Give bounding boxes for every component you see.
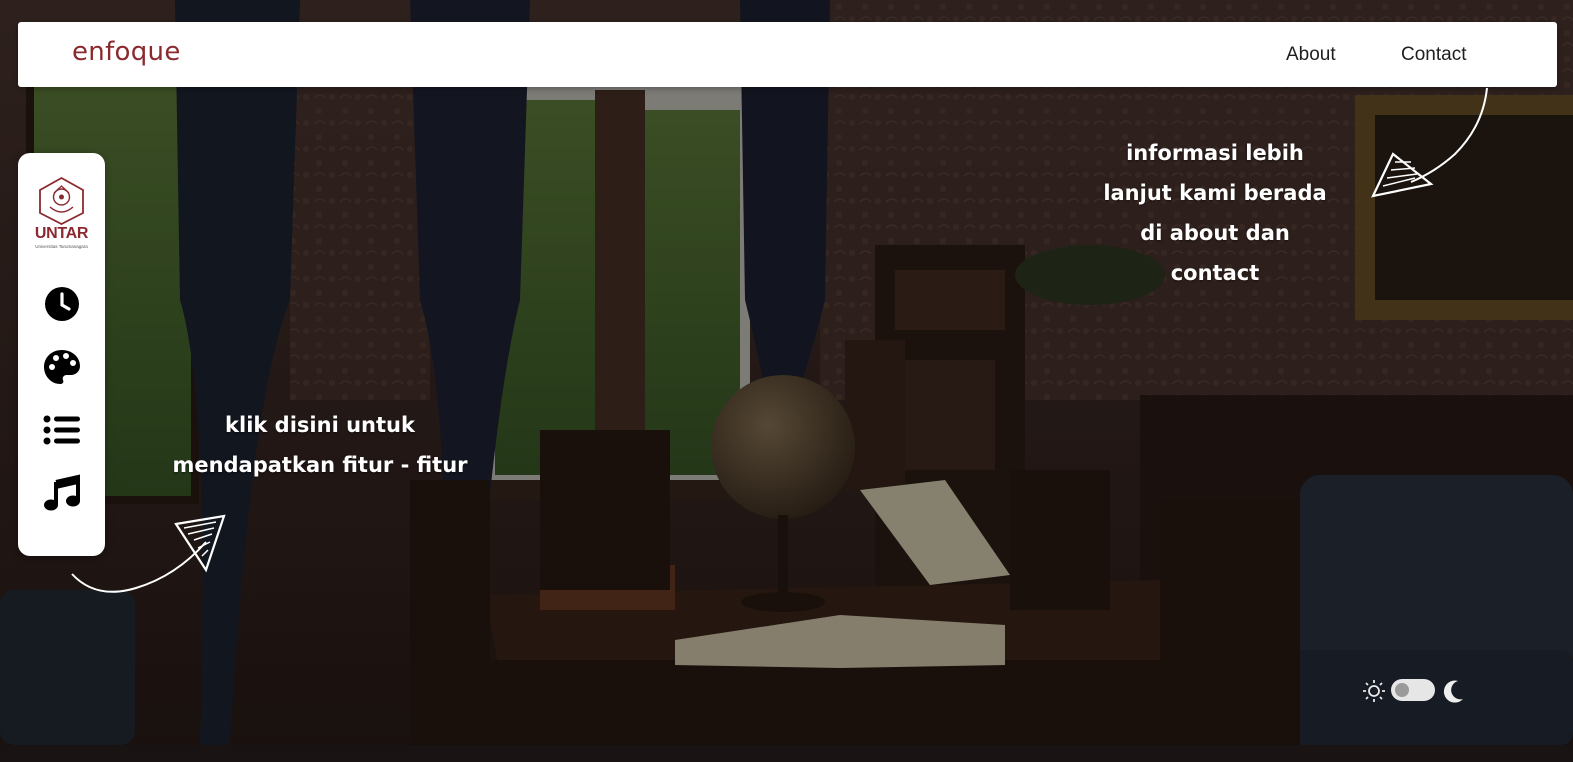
nav-hint-note: informasi lebih lanjut kami berada di ab… — [1080, 133, 1350, 293]
nav-link-about[interactable]: About — [1286, 44, 1336, 66]
page: enfoque About Contact UNTAR Universitas … — [0, 0, 1573, 762]
untar-logo: UNTAR Universitas Tarumanagara — [28, 175, 95, 253]
brand-logo[interactable]: enfoque — [72, 37, 181, 67]
list-button[interactable] — [42, 410, 82, 450]
clock-icon — [45, 287, 79, 321]
background-image — [0, 0, 1573, 745]
nav-hint-line-2: lanjut kami berada — [1103, 181, 1327, 205]
clock-button[interactable] — [42, 284, 82, 324]
list-icon — [43, 415, 80, 445]
sidebar-hint-line-1: klik disini untuk — [225, 413, 415, 437]
palette-icon — [44, 350, 80, 384]
moon-icon[interactable] — [1441, 678, 1467, 704]
sidebar-hint-note: klik disini untuk mendapatkan fitur - fi… — [150, 405, 490, 485]
sidebar-hint-line-2: mendapatkan fitur - fitur — [172, 453, 468, 477]
toggle-knob — [1395, 683, 1409, 697]
nav-hint-line-1: informasi lebih — [1126, 141, 1304, 165]
top-navbar: enfoque About Contact — [18, 22, 1557, 87]
nav-hint-line-3: di about dan — [1140, 221, 1290, 245]
logo-subtext: Universitas Tarumanagara — [35, 244, 88, 249]
nav-link-contact[interactable]: Contact — [1401, 44, 1466, 66]
sun-icon[interactable] — [1361, 678, 1387, 704]
bottom-strip — [0, 745, 1573, 762]
nav-hint-line-4: contact — [1170, 261, 1260, 285]
logo-text: UNTAR — [34, 225, 89, 242]
music-button[interactable] — [42, 474, 82, 514]
music-note-icon — [44, 474, 80, 511]
university-crest-icon — [39, 176, 84, 226]
theme-toggle-switch[interactable] — [1391, 679, 1435, 701]
palette-button[interactable] — [42, 347, 82, 387]
theme-toggle — [1361, 673, 1467, 707]
feature-sidebar: UNTAR Universitas Tarumanagara — [18, 153, 105, 556]
